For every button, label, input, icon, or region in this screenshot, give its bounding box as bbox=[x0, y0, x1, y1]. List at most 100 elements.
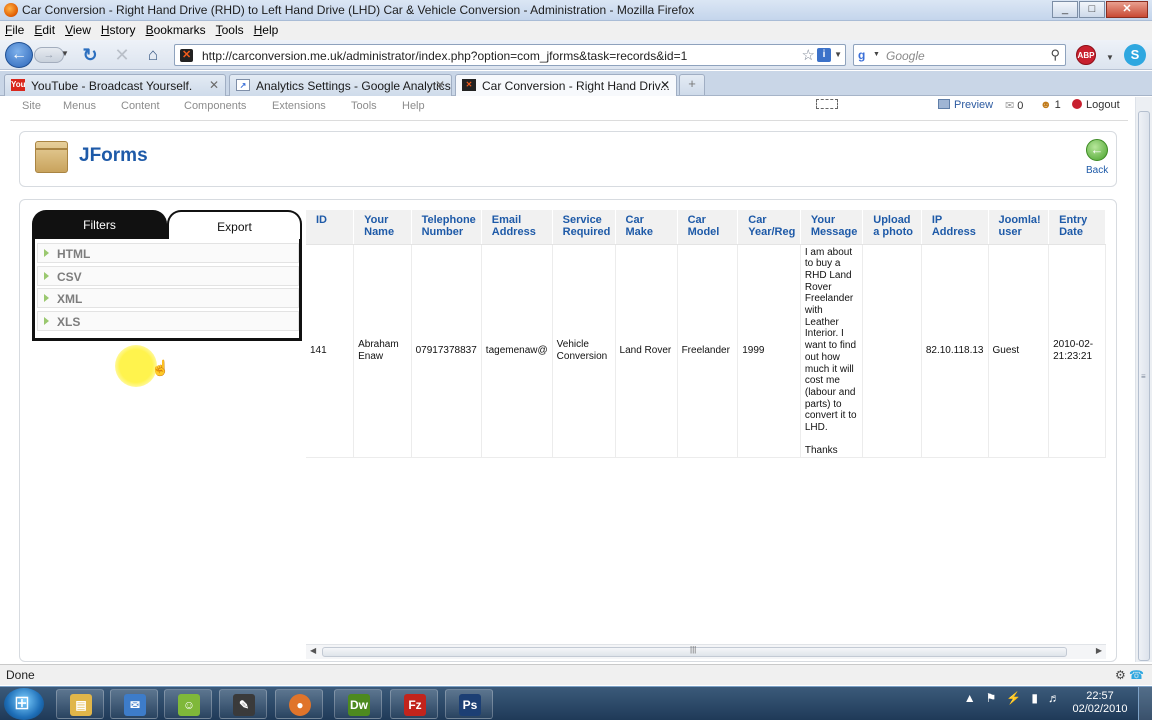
tab-filters[interactable]: Filters bbox=[32, 210, 167, 240]
taskbar-app-editor[interactable]: ✎ bbox=[219, 689, 267, 719]
column-header[interactable]: Your Message bbox=[800, 210, 864, 245]
menu-bookmarks[interactable]: Bookmarks bbox=[141, 21, 211, 40]
menu-edit[interactable]: Edit bbox=[29, 21, 60, 40]
close-tab-icon[interactable]: ✕ bbox=[209, 78, 219, 92]
admin-menu-help[interactable]: Help bbox=[402, 100, 425, 112]
history-dropdown-icon[interactable]: ▼ bbox=[61, 49, 69, 58]
preview-link[interactable]: Preview bbox=[938, 99, 993, 111]
page-info-icon[interactable]: i bbox=[817, 48, 831, 62]
admin-menu-components[interactable]: Components bbox=[184, 100, 246, 112]
cell-name: Abraham Enaw bbox=[353, 244, 412, 459]
admin-menu-content[interactable]: Content bbox=[121, 100, 160, 112]
table-row[interactable]: 141 Abraham Enaw 07917378837 tagemenaw@ … bbox=[306, 244, 1106, 459]
taskbar-app-firefox[interactable]: ● bbox=[275, 689, 323, 719]
maximize-button[interactable]: □ bbox=[1079, 1, 1105, 18]
admin-menu-site[interactable]: Site bbox=[22, 100, 41, 112]
engine-dropdown-icon[interactable]: ▼ bbox=[873, 51, 880, 58]
tray-network-icon[interactable]: ▮ bbox=[1031, 691, 1038, 705]
scroll-left-icon[interactable]: ◀ bbox=[310, 646, 316, 655]
search-icon[interactable]: ⚲ bbox=[1050, 47, 1060, 63]
skype-status-icon[interactable]: ☎ bbox=[1129, 668, 1144, 682]
menu-tools[interactable]: Tools bbox=[211, 21, 249, 40]
column-header[interactable]: Telephone Number bbox=[411, 210, 482, 245]
tray-flag-icon[interactable]: ⚑ bbox=[986, 691, 997, 705]
minimize-button[interactable]: _ bbox=[1052, 1, 1078, 18]
admin-menu-tools[interactable]: Tools bbox=[351, 100, 377, 112]
messages-count[interactable]: ✉ 0 bbox=[1005, 99, 1023, 112]
column-header[interactable]: Your Name bbox=[353, 210, 412, 245]
column-header[interactable]: Car Year/Reg bbox=[737, 210, 801, 245]
taskbar-app-dreamweaver[interactable]: Dw bbox=[334, 689, 382, 719]
export-xml[interactable]: XML bbox=[37, 288, 299, 308]
search-bar[interactable]: g ▼ Google ⚲ bbox=[853, 44, 1066, 66]
tab-car-conversion[interactable]: ✕ Car Conversion - Right Hand Driv... ✕ bbox=[455, 74, 677, 96]
column-header[interactable]: IP Address bbox=[921, 210, 989, 245]
scrollbar-thumb[interactable] bbox=[1138, 111, 1150, 661]
back-arrow-icon[interactable]: ← bbox=[1086, 139, 1108, 161]
search-placeholder[interactable]: Google bbox=[886, 49, 925, 63]
page-vertical-scrollbar[interactable]: ≡ bbox=[1135, 97, 1152, 662]
component-header: JForms ← Back bbox=[19, 131, 1117, 187]
start-button[interactable] bbox=[4, 688, 44, 720]
taskbar-app-explorer[interactable]: ▤ bbox=[56, 689, 104, 719]
forward-button[interactable]: → bbox=[34, 47, 64, 63]
taskbar-app-photoshop[interactable]: Ps bbox=[445, 689, 493, 719]
column-header[interactable]: Upload a photo bbox=[862, 210, 922, 245]
pencil-icon: ✎ bbox=[233, 694, 255, 716]
back-link[interactable]: Back bbox=[1086, 165, 1108, 176]
column-header[interactable]: ID bbox=[306, 210, 355, 245]
scroll-right-icon[interactable]: ▶ bbox=[1096, 646, 1102, 655]
close-tab-icon[interactable]: ✕ bbox=[660, 78, 670, 92]
url-text[interactable]: http://carconversion.me.uk/administrator… bbox=[202, 49, 687, 63]
admin-menu-extensions[interactable]: Extensions bbox=[272, 100, 326, 112]
clock-date: 02/02/2010 bbox=[1072, 703, 1128, 715]
menu-history[interactable]: Hstory bbox=[96, 21, 141, 40]
users-count[interactable]: ☻ 1 bbox=[1040, 99, 1061, 111]
addon-gear-icon[interactable]: ⚙ bbox=[1115, 668, 1126, 682]
column-header[interactable]: Service Required bbox=[552, 210, 616, 245]
tab-youtube[interactable]: You YouTube - Broadcast Yourself. ✕ bbox=[4, 74, 226, 96]
column-header[interactable]: Entry Date bbox=[1048, 210, 1106, 245]
address-bar[interactable]: http://carconversion.me.uk/administrator… bbox=[174, 44, 846, 66]
export-html[interactable]: HTML bbox=[37, 243, 299, 263]
column-header[interactable]: Car Model bbox=[677, 210, 739, 245]
home-button[interactable]: ⌂ bbox=[142, 44, 164, 66]
tray-expand-icon[interactable]: ▲ bbox=[964, 691, 976, 705]
back-button[interactable]: ← bbox=[5, 42, 33, 68]
taskbar-app-filezilla[interactable]: Fz bbox=[390, 689, 438, 719]
adblock-plus-icon[interactable]: ABP bbox=[1076, 45, 1096, 65]
url-dropdown-icon[interactable]: ▼ bbox=[834, 50, 842, 59]
menu-help[interactable]: Help bbox=[249, 21, 284, 40]
logout-link[interactable]: Logout bbox=[1072, 99, 1120, 111]
clock-time: 22:57 bbox=[1086, 690, 1114, 702]
reload-button[interactable]: ↻ bbox=[80, 45, 100, 65]
close-window-button[interactable]: ✕ bbox=[1106, 1, 1148, 18]
admin-menu-menus[interactable]: Menus bbox=[63, 100, 96, 112]
new-tab-button[interactable]: + bbox=[679, 74, 705, 95]
table-horizontal-scrollbar[interactable]: ◀ ||| ▶ bbox=[306, 644, 1106, 659]
tab-analytics[interactable]: ↗ Analytics Settings - Google Analytics … bbox=[229, 74, 452, 96]
tray-volume-icon[interactable]: ♬ bbox=[1048, 691, 1060, 705]
scrollbar-grip-icon: ≡ bbox=[1141, 372, 1146, 381]
adblock-dropdown-icon[interactable]: ▼ bbox=[1106, 53, 1114, 62]
export-csv[interactable]: CSV bbox=[37, 266, 299, 286]
taskbar-clock[interactable]: 22:57 02/02/2010 bbox=[1070, 690, 1130, 716]
menu-view[interactable]: View bbox=[60, 21, 96, 40]
show-desktop-button[interactable] bbox=[1138, 687, 1152, 720]
menu-file[interactable]: File bbox=[0, 21, 29, 40]
skype-icon[interactable]: S bbox=[1124, 44, 1146, 66]
export-xls[interactable]: XLS bbox=[37, 311, 299, 331]
bookmark-star-icon[interactable]: ☆ bbox=[802, 46, 815, 64]
taskbar-app-thunderbird[interactable]: ✉ bbox=[110, 689, 158, 719]
column-header[interactable]: Car Make bbox=[615, 210, 678, 245]
close-tab-icon[interactable]: ✕ bbox=[435, 78, 445, 92]
stop-button[interactable]: ✕ bbox=[112, 45, 132, 65]
google-engine-icon[interactable]: g bbox=[858, 48, 865, 62]
tray-power-icon[interactable]: ⚡ bbox=[1006, 691, 1021, 705]
column-header[interactable]: Email Address bbox=[481, 210, 553, 245]
column-header[interactable]: Joomla! user bbox=[988, 210, 1050, 245]
tab-export[interactable]: Export bbox=[167, 210, 302, 240]
taskbar-app-messenger[interactable]: ☺ bbox=[164, 689, 212, 719]
preview-label: Preview bbox=[954, 99, 994, 111]
filezilla-icon: Fz bbox=[404, 694, 426, 716]
